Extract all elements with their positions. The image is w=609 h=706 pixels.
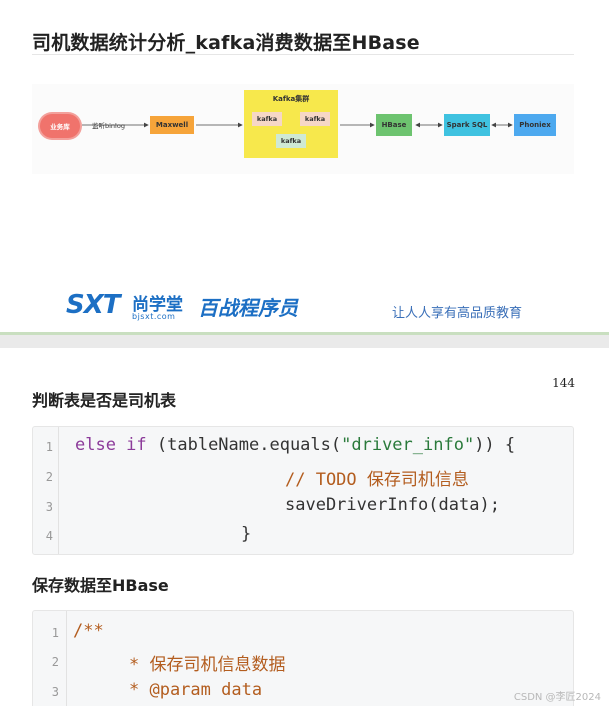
- code-comment: /**: [73, 621, 104, 641]
- code-line: 2 // TODO 保存司机信息: [33, 463, 469, 491]
- brand-slogan: 让人人享有高品质教育: [392, 306, 523, 321]
- code-line: 4 }: [33, 522, 251, 550]
- brand-url: bjsxt.com: [132, 312, 176, 321]
- slide-title: 司机数据统计分析_kafka消费数据至HBase: [32, 32, 420, 54]
- code-line: 1 /**: [33, 619, 104, 647]
- sxt-logo: SXT: [66, 290, 121, 320]
- code-comment: * 保存司机信息数据: [129, 655, 286, 675]
- kafka-node: kafka: [300, 112, 330, 126]
- title-divider: [32, 54, 574, 55]
- code-line: 2 * 保存司机信息数据: [33, 648, 286, 676]
- code-keyword: else if: [75, 435, 147, 455]
- code-text: )) {: [474, 435, 516, 455]
- kafka-cluster-box: Kafka集群 kafka kafka kafka: [244, 90, 338, 158]
- line-number: 3: [51, 685, 59, 699]
- line-number: 2: [51, 655, 59, 669]
- section-heading: 保存数据至HBase: [32, 576, 169, 595]
- source-db-cloud: 业务库: [40, 114, 80, 138]
- line-number: 2: [45, 470, 53, 484]
- code-comment: * @param data: [129, 680, 263, 700]
- code-text: (tableName.equals(: [146, 435, 342, 455]
- line-number: 3: [45, 500, 53, 514]
- code-block: 1 /** 2 * 保存司机信息数据 3 * @param data: [32, 610, 574, 706]
- code-line: 1 else if (tableName.equals("driver_info…: [33, 433, 515, 461]
- code-text: }: [241, 524, 252, 544]
- code-comment: // TODO 保存司机信息: [285, 470, 469, 490]
- architecture-diagram: 业务库 监听binlog Maxwell Kafka集群 kafka kafka…: [32, 84, 574, 174]
- page-separator: [0, 332, 609, 348]
- csdn-watermark: CSDN @李匠2024: [513, 692, 601, 703]
- program-logo: 百战程序员: [198, 296, 298, 320]
- code-block: 1 else if (tableName.equals("driver_info…: [32, 426, 574, 555]
- line-number: 1: [51, 626, 59, 640]
- code-line: 3 saveDriverInfo(data);: [33, 493, 500, 521]
- section-heading: 判断表是否是司机表: [32, 391, 177, 410]
- phoniex-box: Phoniex: [514, 114, 556, 136]
- code-string: "driver_info": [341, 435, 475, 455]
- slide-image: 司机数据统计分析_kafka消费数据至HBase 业务库 监听binlog Ma…: [0, 0, 609, 332]
- kafka-cluster-title: Kafka集群: [272, 95, 310, 103]
- brand-footer: SXT 尚学堂 bjsxt.com 百战程序员 让人人享有高品质教育: [66, 290, 546, 326]
- code-line: 3 * @param data: [33, 678, 262, 706]
- line-number: 4: [45, 529, 53, 543]
- maxwell-box: Maxwell: [150, 116, 194, 134]
- page-number: 144: [552, 376, 575, 390]
- kafka-node: kafka: [276, 134, 306, 148]
- hbase-box: HBase: [376, 114, 412, 136]
- binlog-label: 监听binlog: [92, 122, 125, 130]
- code-text: saveDriverInfo(data);: [285, 495, 500, 515]
- line-number: 1: [45, 440, 53, 454]
- spark-sql-box: Spark SQL: [444, 114, 490, 136]
- kafka-node: kafka: [252, 112, 282, 126]
